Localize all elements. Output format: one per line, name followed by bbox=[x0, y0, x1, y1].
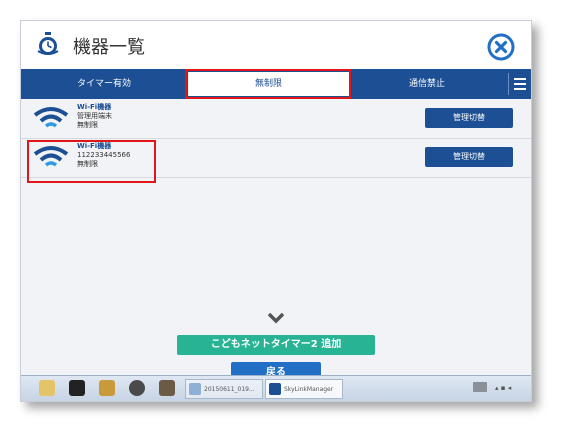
title-bar: 機器一覧 bbox=[21, 21, 531, 70]
switch-management-button[interactable]: 管理切替 bbox=[425, 108, 513, 128]
device-name: Wi-Fi機器 bbox=[77, 103, 112, 111]
chevron-down-icon[interactable] bbox=[268, 312, 284, 324]
device-info: Wi-Fi機器 112233445566 無制限 bbox=[77, 142, 130, 169]
device-name: Wi-Fi機器 bbox=[77, 142, 112, 150]
page-title: 機器一覧 bbox=[73, 37, 145, 58]
device-info: Wi-Fi機器 管理用端末 無制限 bbox=[77, 103, 112, 130]
keyboard-icon[interactable] bbox=[473, 382, 487, 392]
app-icon[interactable] bbox=[159, 380, 175, 396]
amazon-icon[interactable] bbox=[69, 380, 85, 396]
device-id: 管理用端末 bbox=[77, 112, 112, 120]
wifi-icon bbox=[33, 107, 69, 128]
taskbar-item[interactable]: SkyLinkManager bbox=[265, 379, 343, 399]
tab-unlimited[interactable]: 無制限 bbox=[188, 72, 349, 96]
switch-management-button[interactable]: 管理切替 bbox=[425, 147, 513, 167]
tab-timer-enabled[interactable]: タイマー有効 bbox=[21, 69, 187, 99]
explorer-icon[interactable] bbox=[39, 380, 55, 396]
stopwatch-app-icon bbox=[37, 32, 59, 55]
wifi-icon bbox=[33, 146, 69, 167]
device-status: 無制限 bbox=[77, 160, 98, 168]
app-icon[interactable] bbox=[99, 380, 115, 396]
camera-icon[interactable] bbox=[129, 380, 145, 396]
device-status: 無制限 bbox=[77, 121, 98, 129]
add-kodomo-net-timer-button[interactable]: こどもネットタイマー2 追加 bbox=[177, 335, 375, 355]
device-row: Wi-Fi機器 管理用端末 無制限 管理切替 bbox=[21, 100, 531, 139]
hamburger-menu-icon[interactable] bbox=[508, 73, 529, 95]
taskbar: 20150611_019... SkyLinkManager ▴ ▪ ◂ bbox=[21, 375, 531, 401]
device-row: Wi-Fi機器 112233445566 無制限 管理切替 bbox=[21, 139, 531, 178]
image-icon bbox=[189, 383, 201, 395]
app-window: 機器一覧 タイマー有効 無制限 通信禁止 Wi-Fi機器 管理用端末 無制限 管… bbox=[20, 20, 532, 402]
taskbar-item[interactable]: 20150611_019... bbox=[185, 379, 263, 399]
tab-communication-blocked[interactable]: 通信禁止 bbox=[351, 69, 503, 99]
device-id: 112233445566 bbox=[77, 151, 131, 159]
close-icon[interactable] bbox=[487, 33, 515, 61]
tray-icons[interactable]: ▴ ▪ ◂ bbox=[495, 384, 511, 392]
gear-icon bbox=[269, 383, 281, 395]
tab-bar: タイマー有効 無制限 通信禁止 bbox=[21, 69, 531, 99]
